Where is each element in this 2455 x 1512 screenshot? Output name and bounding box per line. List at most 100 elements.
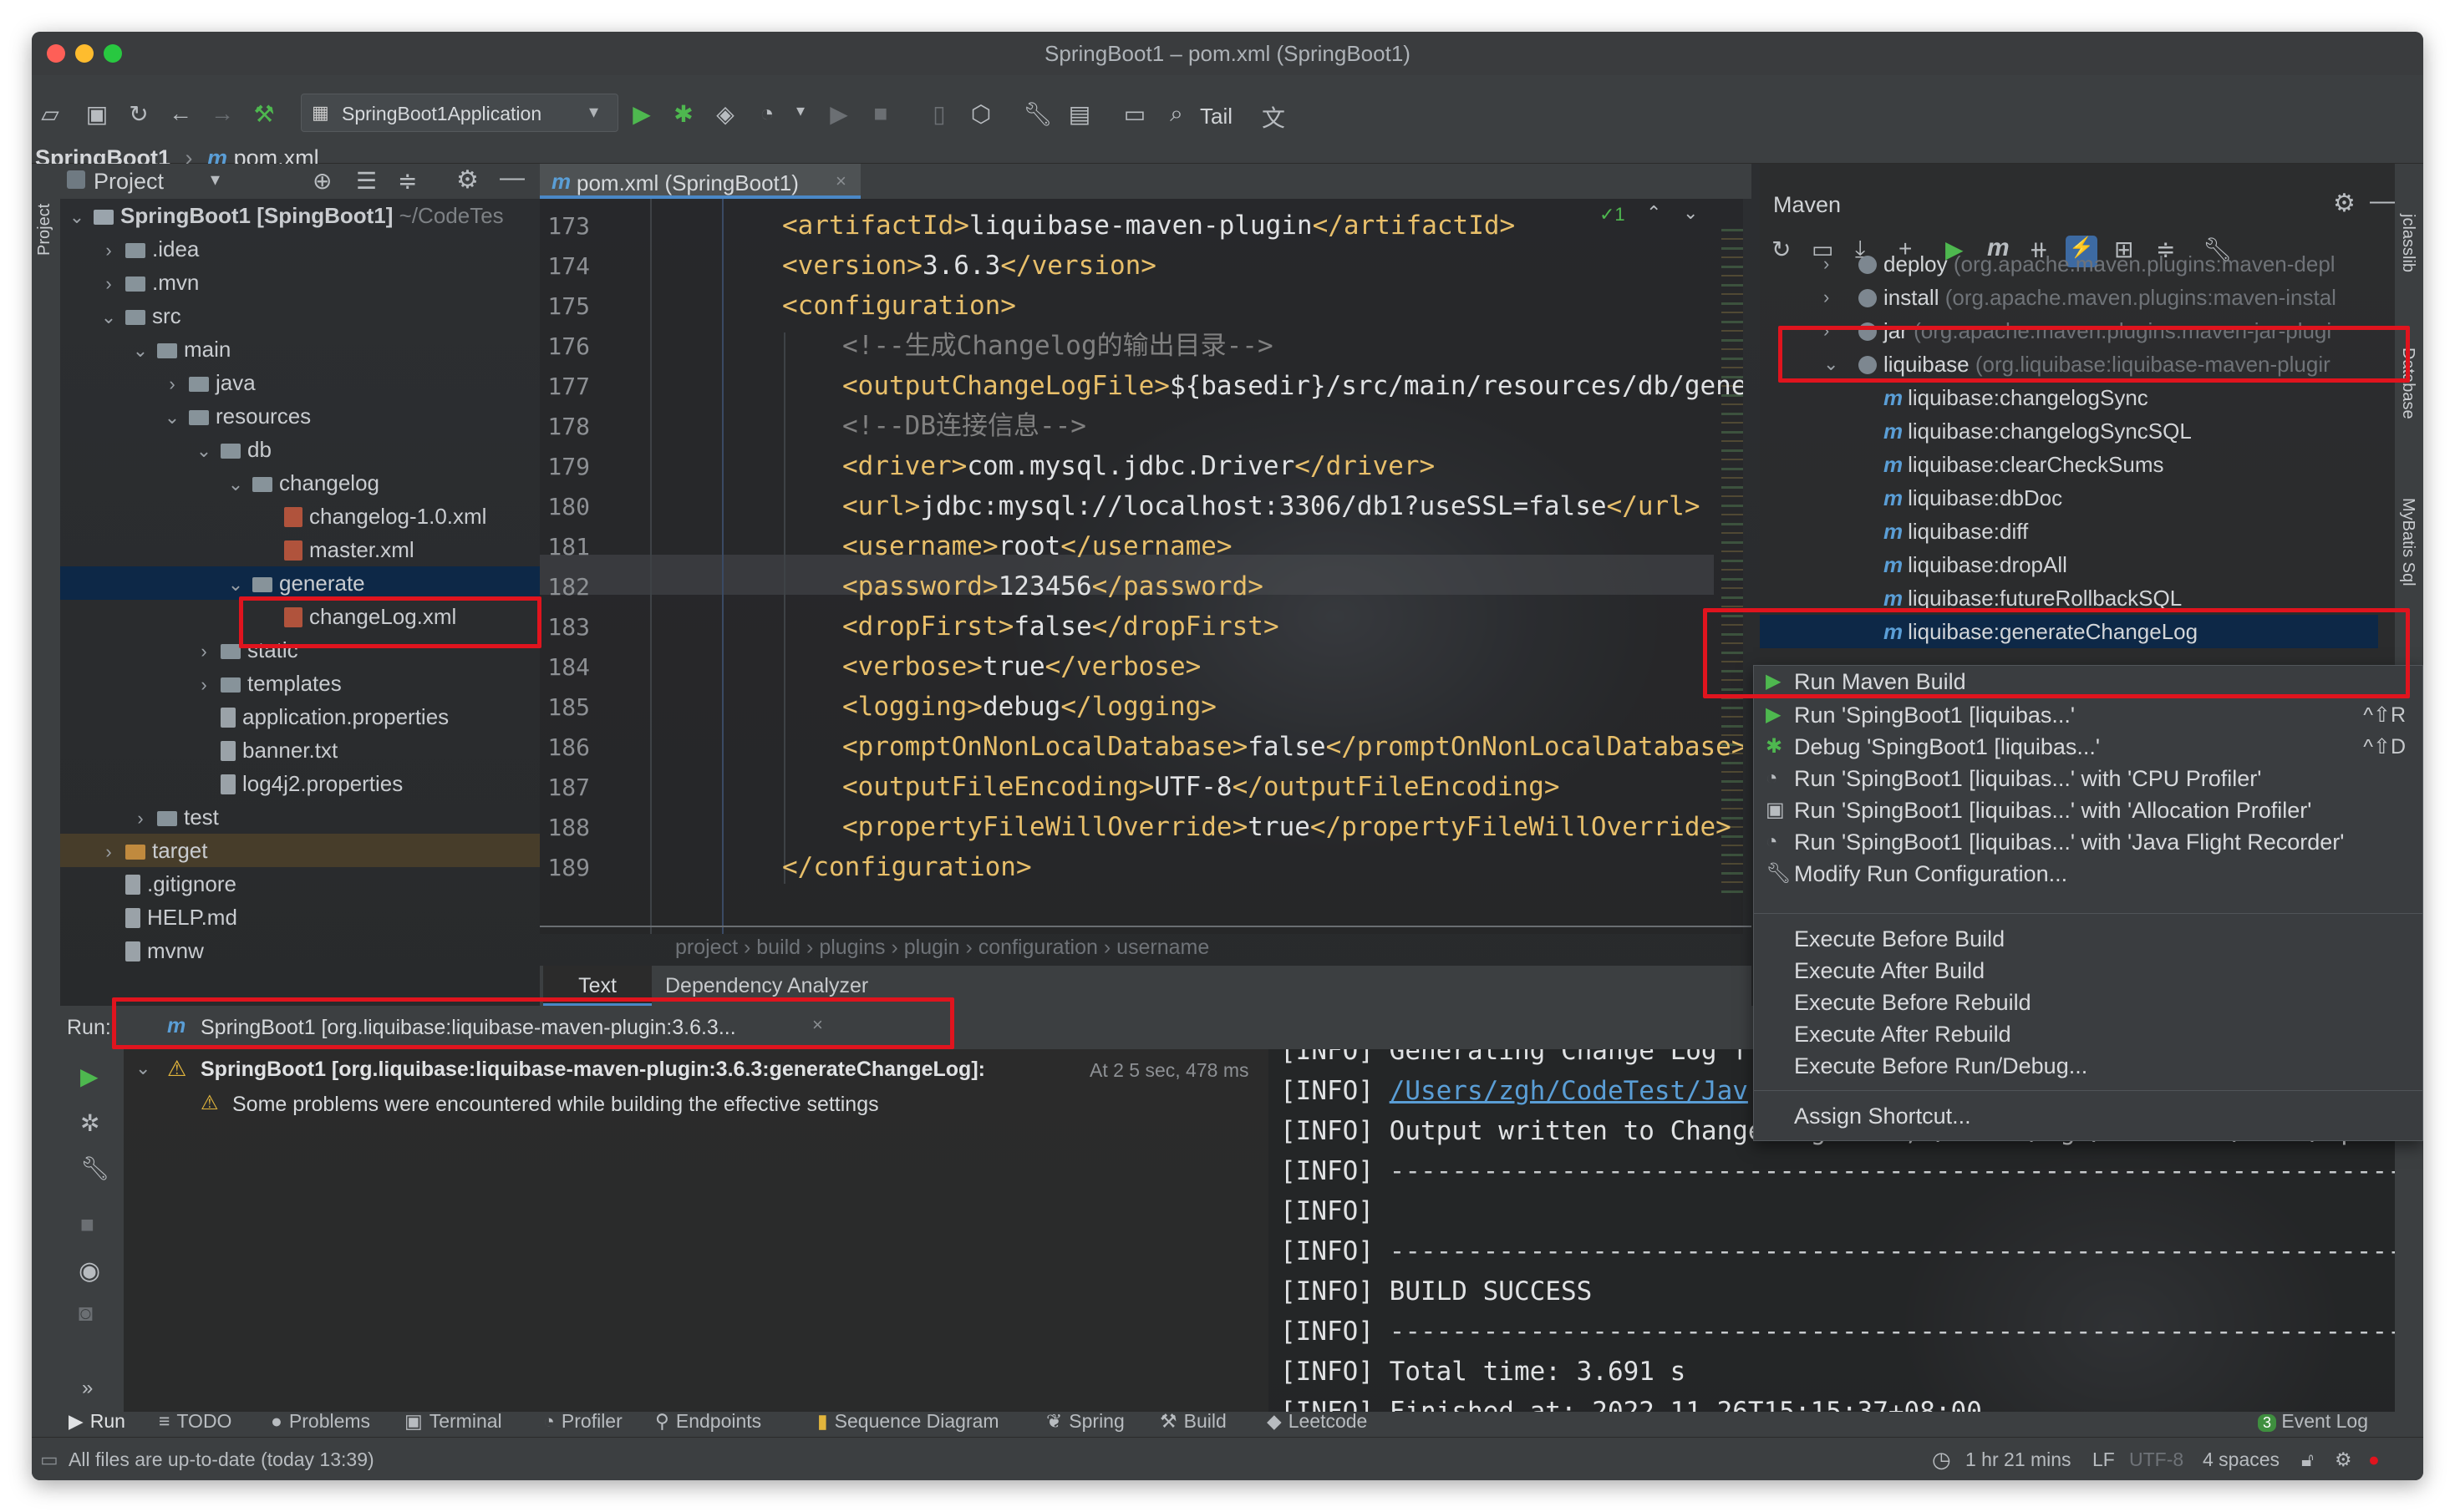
sync-icon[interactable]: ↻: [124, 100, 154, 128]
code-line[interactable]: <!--DB连接信息-->: [842, 406, 1086, 446]
run-config-menu-item[interactable]: ▶ Run 'SpingBoot1 [liquibas...' ^⇧R: [1754, 699, 2422, 731]
hide-panel-icon[interactable]: —: [2370, 187, 2395, 216]
chevron-right-icon[interactable]: ›: [100, 835, 117, 869]
coverage-icon[interactable]: ◈: [710, 100, 740, 128]
vcs-icon[interactable]: ⬡: [966, 100, 996, 128]
run-config-menu-item[interactable]: ▣ Run 'SpingBoot1 [liquibas...' with 'All…: [1754, 794, 2422, 826]
chevron-down-icon[interactable]: ▾: [211, 169, 220, 190]
maven-goal-item[interactable]: m liquibase:dbDoc: [1760, 481, 2378, 515]
chevron-right-icon[interactable]: ›: [1823, 247, 1829, 281]
run-config-menu-item[interactable]: ◔ Run 'SpingBoot1 [liquibas...' with 'CPU…: [1754, 763, 2422, 794]
search-icon[interactable]: ⌕: [1161, 100, 1192, 128]
tree-item[interactable]: ⌄ generate: [60, 566, 540, 600]
code-line[interactable]: </configuration>: [782, 847, 1032, 887]
tree-item[interactable]: changelog-1.0.xml: [60, 500, 540, 533]
plugin-status-icon[interactable]: ⚙: [2335, 1438, 2352, 1480]
code-line[interactable]: <version>3.6.3</version>: [782, 246, 1156, 286]
xml-path-segment[interactable]: build: [756, 936, 801, 959]
tab-spring[interactable]: ❦ Spring: [1046, 1410, 1125, 1433]
status-indent[interactable]: 4 spaces: [2203, 1438, 2280, 1480]
tree-item[interactable]: ⌄ src: [60, 299, 540, 332]
code-line[interactable]: <driver>com.mysql.jdbc.Driver</driver>: [842, 446, 1435, 486]
execute-menu-item[interactable]: Execute Before Build: [1754, 923, 2422, 955]
tree-item[interactable]: mvnw: [60, 934, 540, 967]
code-line[interactable]: <password>123456</password>: [842, 566, 1263, 606]
tab-sequence-diagram[interactable]: ▮ Sequence Diagram: [817, 1410, 999, 1433]
code-line[interactable]: <username>root</username>: [842, 526, 1233, 566]
execute-menu-item[interactable]: Execute After Build: [1754, 955, 2422, 987]
maven-goal-item[interactable]: m liquibase:dropAll: [1760, 548, 2378, 581]
tree-item[interactable]: banner.txt: [60, 733, 540, 767]
chevron-right-icon[interactable]: ›: [164, 368, 180, 401]
chevron-right-icon[interactable]: ›: [132, 802, 149, 835]
maven-plugin-item[interactable]: › deploy (org.apache.maven.plugins:maven-…: [1760, 247, 2378, 281]
code-line[interactable]: <configuration>: [782, 286, 1016, 326]
error-icon[interactable]: ●: [2368, 1438, 2380, 1480]
code-line[interactable]: <dropFirst>false</dropFirst>: [842, 606, 1279, 647]
forward-icon[interactable]: →: [207, 100, 237, 127]
profile-icon[interactable]: ◔: [752, 100, 782, 127]
tab-terminal[interactable]: ▣ Terminal: [404, 1410, 502, 1433]
chevron-down-icon[interactable]: ⌄: [69, 200, 85, 234]
tab-endpoints[interactable]: ⚲ Endpoints: [655, 1410, 761, 1433]
close-icon[interactable]: ×: [836, 170, 846, 192]
xml-path-segment[interactable]: project: [675, 936, 738, 959]
wrench-icon[interactable]: 🔧︎: [80, 1154, 110, 1182]
project-structure-icon[interactable]: ▤: [1065, 100, 1095, 128]
chevron-down-icon[interactable]: ⌄: [227, 468, 244, 501]
minimize-window-button[interactable]: [75, 44, 94, 63]
execute-menu-item[interactable]: Execute Before Run/Debug...: [1754, 1050, 2422, 1082]
maven-goal-item[interactable]: m liquibase:diff: [1760, 515, 2378, 548]
status-line-separator[interactable]: LF: [2092, 1438, 2115, 1480]
stop-icon[interactable]: ■: [80, 1211, 94, 1238]
tree-item[interactable]: log4j2.properties: [60, 767, 540, 800]
run-config-menu-item[interactable]: ◔ Run 'SpingBoot1 [liquibas...' with 'Jav…: [1754, 826, 2422, 858]
maven-goal-item[interactable]: m liquibase:clearCheckSums: [1760, 448, 2378, 481]
chevron-right-icon[interactable]: ›: [100, 234, 117, 267]
chevron-down-icon[interactable]: ⌄: [132, 334, 149, 368]
xml-path-segment[interactable]: username: [1116, 936, 1209, 959]
code-line[interactable]: <outputChangeLogFile>${basedir}/src/main…: [842, 366, 1743, 406]
chevron-down-icon[interactable]: ⌄: [164, 401, 180, 434]
collapse-all-icon[interactable]: ≑: [398, 167, 417, 195]
gear-icon[interactable]: ⚙: [2333, 189, 2356, 218]
run-config-dropdown[interactable]: ▦ SpringBoot1Application ▾: [301, 94, 618, 132]
event-log-tab[interactable]: 3 Event Log: [2258, 1410, 2368, 1433]
execute-menu-item[interactable]: Execute After Rebuild: [1754, 1018, 2422, 1050]
tail-button[interactable]: Tail: [1200, 104, 1233, 129]
build-tree-title[interactable]: SpringBoot1 [org.liquibase:liquibase-mav…: [201, 1058, 985, 1082]
tree-item[interactable]: ⌄ changelog: [60, 466, 540, 500]
status-message[interactable]: All files are up-to-date (today 13:39): [69, 1438, 374, 1480]
eye-icon[interactable]: ◉: [79, 1256, 100, 1286]
build-hammer-icon[interactable]: ⚒: [249, 100, 279, 128]
attach-icon[interactable]: ▯: [924, 100, 954, 128]
terminal-icon[interactable]: ▭: [1120, 100, 1150, 128]
tree-item[interactable]: ⌄ resources: [60, 399, 540, 433]
code-line[interactable]: <propertyFileWillOverride>true</property…: [842, 807, 1731, 847]
tab-todo[interactable]: ≡ TODO: [159, 1410, 231, 1433]
code-line[interactable]: <verbose>true</verbose>: [842, 647, 1201, 687]
tree-item[interactable]: › java: [60, 366, 540, 399]
tree-item[interactable]: ⌄ SpringBoot1 [SpingBoot1] ~/CodeTes: [60, 199, 540, 232]
mybatis-sql-side-tab[interactable]: MyBatis Sql: [2398, 498, 2417, 586]
code-line[interactable]: <outputFileEncoding>UTF-8</outputFileEnc…: [842, 767, 1560, 807]
chevron-down-icon[interactable]: ⌄: [135, 1058, 150, 1079]
chevron-down-icon[interactable]: ⌄: [100, 301, 117, 334]
run-config-menu-item[interactable]: ✱ Debug 'SpingBoot1 [liquibas...' ^⇧D: [1754, 731, 2422, 763]
code-line[interactable]: <logging>debug</logging>: [842, 687, 1217, 727]
code-line[interactable]: <promptOnNonLocalDatabase>false</promptO…: [842, 727, 1743, 767]
console-link[interactable]: /Users/zgh/CodeTest/Jav: [1390, 1076, 1748, 1106]
tree-item[interactable]: ⌄ db: [60, 433, 540, 466]
resume-icon[interactable]: ▶: [824, 100, 854, 128]
tree-item[interactable]: › target: [60, 834, 540, 867]
debug-icon[interactable]: ✱: [668, 100, 699, 128]
run-icon[interactable]: ▶: [627, 100, 657, 128]
status-encoding[interactable]: UTF-8: [2129, 1438, 2183, 1480]
tree-item[interactable]: › test: [60, 800, 540, 834]
hide-panel-icon[interactable]: —: [500, 164, 525, 192]
chevron-right-icon[interactable]: ›: [1823, 281, 1829, 314]
code-line[interactable]: <artifactId>liquibase-maven-plugin</arti…: [782, 205, 1515, 246]
more-run-chevron-icon[interactable]: ▾: [785, 100, 816, 121]
more-icon[interactable]: »: [82, 1377, 93, 1400]
project-panel-title[interactable]: Project: [94, 169, 164, 195]
